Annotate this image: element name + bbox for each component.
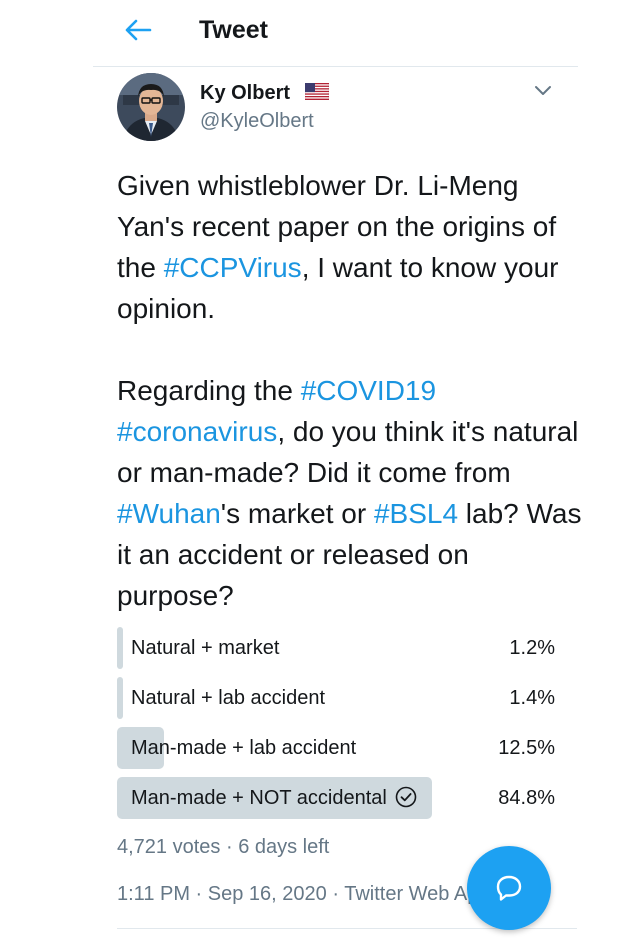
chevron-down-icon (535, 86, 551, 95)
arrow-left-icon (125, 19, 152, 41)
page-title: Tweet (199, 16, 268, 44)
avatar[interactable] (117, 73, 185, 141)
poll-time-left: 6 days left (238, 836, 330, 858)
poll-option-label: Natural + market (131, 637, 280, 659)
tweet-timestamp: 1:11 PM · Sep 16, 2020 · Twitter Web App (117, 883, 490, 905)
poll-bar (117, 627, 123, 669)
compose-reply-icon (496, 875, 522, 901)
tweet-time: 1:11 PM (117, 883, 190, 905)
poll-option-label: Natural + lab accident (131, 687, 326, 709)
poll-option: Natural + lab accident 1.4% (117, 677, 557, 719)
hashtag-link[interactable]: #BSL4 (374, 498, 458, 529)
reply-fab-button[interactable] (467, 846, 551, 930)
poll-option-percent: 1.2% (509, 637, 555, 659)
hashtag-link[interactable]: #CCPVirus (164, 252, 302, 283)
tweet-text: Given whistleblower Dr. Li-Meng Yan's re… (117, 170, 582, 611)
poll-meta: 4,721 votes · 6 days left (117, 836, 330, 858)
poll-option: Man-made + lab accident 12.5% (117, 727, 557, 769)
poll-option-percent: 1.4% (509, 687, 555, 709)
author-handle[interactable]: @KyleOlbert (200, 108, 314, 134)
poll-option-label: Man-made + NOT accidental (131, 777, 417, 819)
poll-votes: 4,721 votes (117, 836, 221, 858)
author-name[interactable]: Ky Olbert (200, 80, 290, 106)
tweet-date: Sep 16, 2020 (207, 883, 327, 905)
check-circle-icon (395, 786, 417, 808)
hashtag-link[interactable]: #Wuhan (117, 498, 221, 529)
back-button[interactable] (120, 14, 156, 46)
header-bar: Tweet (0, 0, 640, 64)
poll-option-percent: 12.5% (498, 737, 555, 759)
poll-option-winner: Man-made + NOT accidental 84.8% (117, 777, 557, 819)
poll-option-label: Man-made + lab accident (131, 737, 357, 759)
hashtag-link[interactable]: #coronavirus (117, 416, 277, 447)
header-divider (93, 66, 578, 67)
hashtag-link[interactable]: #COVID19 (301, 375, 436, 406)
us-flag-icon (305, 83, 329, 100)
poll-bar (117, 677, 123, 719)
poll-option: Natural + market 1.2% (117, 627, 557, 669)
tweet-menu-button[interactable] (531, 80, 555, 100)
poll-option-percent: 84.8% (498, 787, 555, 809)
